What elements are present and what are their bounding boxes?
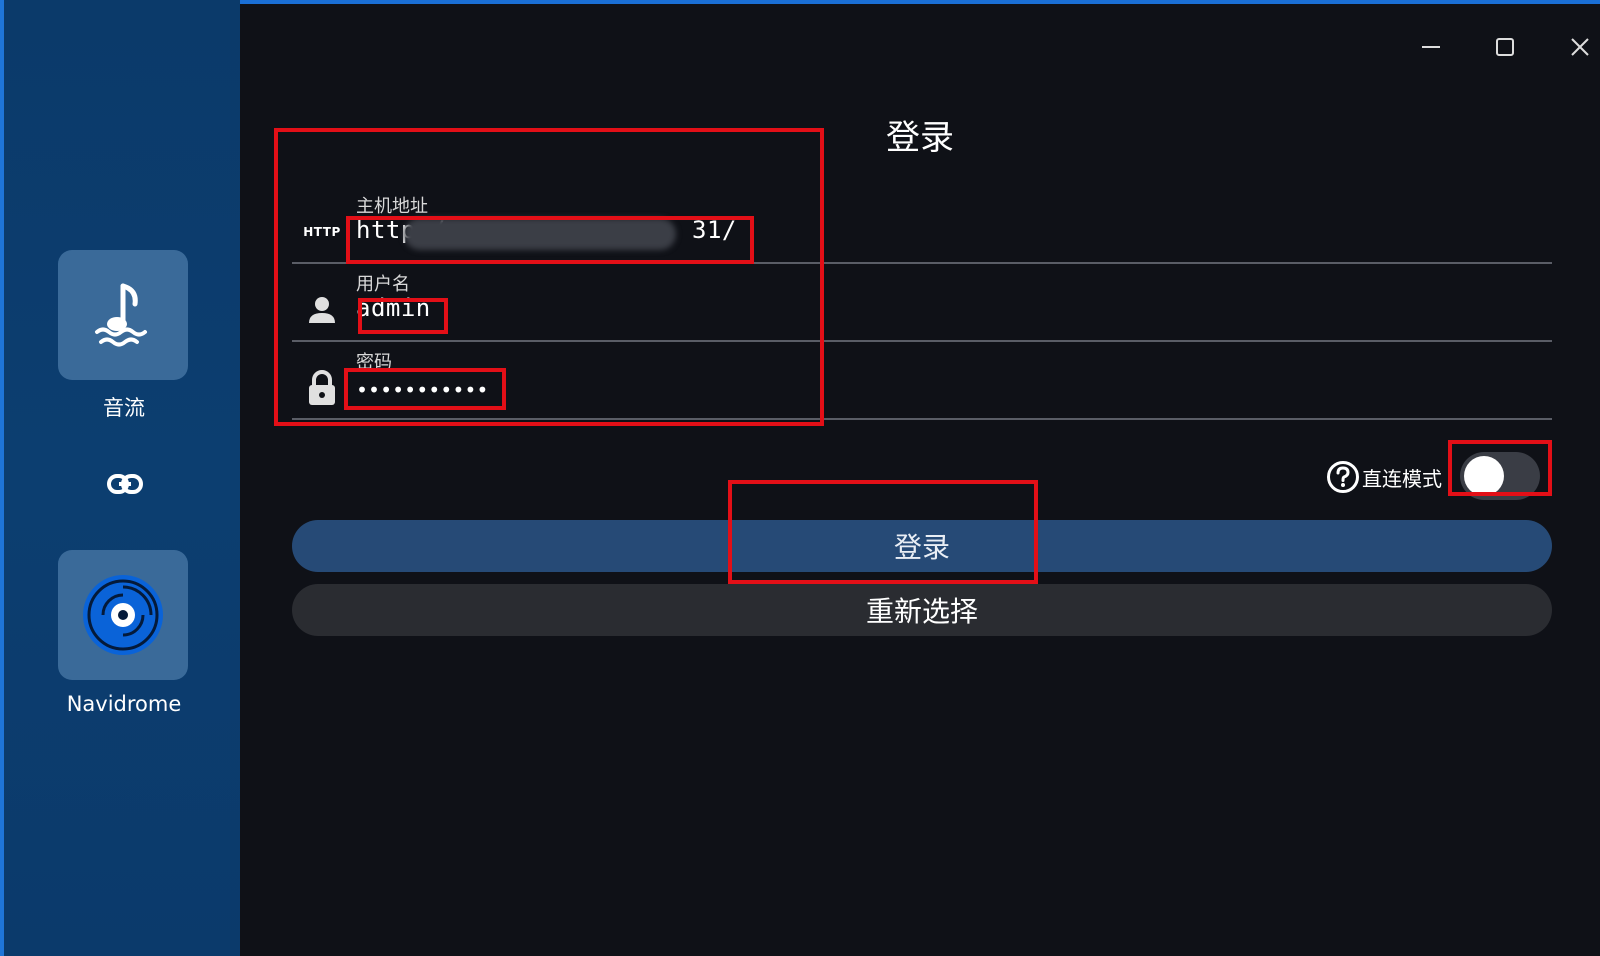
help-icon[interactable] <box>1326 460 1360 494</box>
user-icon <box>302 290 342 330</box>
password-input[interactable]: ••••••••••• <box>356 378 488 402</box>
host-field[interactable]: HTTP 主机地址 http:/ 31/ <box>292 184 1552 264</box>
maximize-icon <box>1496 38 1514 56</box>
toggle-knob <box>1464 456 1504 496</box>
lock-icon <box>302 368 342 408</box>
minimize-icon <box>1422 46 1440 48</box>
password-field[interactable]: 密码 ••••••••••• <box>292 340 1552 420</box>
close-button[interactable] <box>1563 30 1597 64</box>
music-note-wave-icon <box>95 283 147 347</box>
sidebar: 音流 Navidrome <box>0 0 240 956</box>
app-tile-navidrome[interactable] <box>58 550 188 680</box>
host-value-suffix: 31/ <box>692 216 737 244</box>
app-label-navidrome: Navidrome <box>66 692 182 716</box>
login-button[interactable]: 登录 <box>292 520 1552 572</box>
direct-mode: 直连模式 <box>1326 460 1442 494</box>
close-icon <box>1571 38 1589 56</box>
maximize-button[interactable] <box>1488 30 1522 64</box>
page-title: 登录 <box>886 118 954 158</box>
username-field[interactable]: 用户名 admin <box>292 262 1552 342</box>
password-label: 密码 <box>356 352 392 373</box>
http-icon: HTTP <box>303 225 341 239</box>
app-label-yinliu: 音流 <box>103 396 145 420</box>
host-label: 主机地址 <box>356 196 428 217</box>
username-label: 用户名 <box>356 274 410 295</box>
direct-mode-label: 直连模式 <box>1362 466 1442 491</box>
main-panel: 登录 HTTP 主机地址 http:/ 31/ 用户名 admin 密码 •••… <box>240 4 1600 956</box>
username-input[interactable]: admin <box>356 294 431 322</box>
direct-mode-toggle[interactable] <box>1460 452 1540 500</box>
minimize-button[interactable] <box>1414 30 1448 64</box>
app-tile-yinliu[interactable] <box>58 250 188 380</box>
reselect-button[interactable]: 重新选择 <box>292 584 1552 636</box>
link-icon[interactable] <box>107 472 143 496</box>
vinyl-disc-icon <box>83 575 163 655</box>
host-redaction-blur <box>404 218 676 250</box>
